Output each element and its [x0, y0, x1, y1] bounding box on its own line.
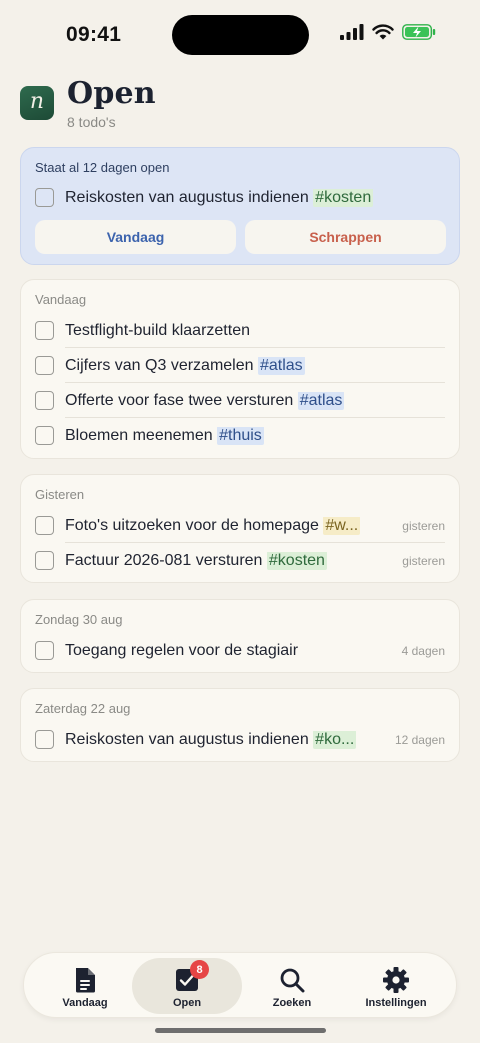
todo-age: gisteren [402, 553, 445, 568]
gear-icon [382, 966, 410, 994]
section-gisteren: Gisteren Foto's uitzoeken voor de homepa… [20, 474, 460, 583]
section-title: Zaterdag 22 aug [35, 701, 131, 716]
todo-text: Bloemen meenemen #thuis [65, 426, 264, 445]
todo-age: 12 dagen [394, 732, 445, 747]
tab-instellingen[interactable]: Instellingen [341, 958, 451, 1014]
todo-count: 8 todo's [67, 114, 116, 130]
todo-item[interactable]: Testflight-build klaarzetten [35, 313, 445, 348]
battery-charging-icon [402, 24, 436, 40]
tab-label: Zoeken [272, 997, 312, 1009]
todo-checkbox[interactable] [35, 321, 54, 340]
todo-tag[interactable]: #atlas [297, 391, 345, 410]
todo-item[interactable]: Toegang regelen voor de stagiair 4 dagen [35, 633, 445, 668]
page-title: Open [67, 76, 156, 111]
section-zondag-30-aug: Zondag 30 aug Toegang regelen voor de st… [20, 599, 460, 673]
tab-label: Instellingen [365, 997, 427, 1009]
app-logo-letter: n [29, 89, 45, 114]
todo-checkbox[interactable] [35, 516, 54, 535]
section-vandaag: Vandaag Testflight-build klaarzetten Cij… [20, 279, 460, 459]
todo-text: Cijfers van Q3 verzamelen #atlas [65, 356, 305, 375]
todo-checkbox[interactable] [35, 426, 54, 445]
todo-age: gisteren [402, 518, 445, 533]
discard-button[interactable]: Schrappen [245, 220, 446, 254]
todo-text: Offerte voor fase twee versturen #atlas [65, 391, 345, 410]
document-icon [71, 966, 99, 994]
status-time: 09:41 [66, 23, 122, 46]
checkbox-icon: 8 [173, 960, 209, 994]
tab-zoeken[interactable]: Zoeken [237, 958, 347, 1014]
status-icons [340, 24, 436, 40]
todo-item[interactable]: Offerte voor fase twee versturen #atlas [35, 383, 445, 418]
todo-tag[interactable]: #ko... [313, 730, 357, 749]
tab-bar: Vandaag 8 Open Zoeken Instellingen [23, 952, 457, 1018]
stale-todo-card: Staat al 12 dagen open Reiskosten van au… [20, 147, 460, 265]
todo-item[interactable]: Bloemen meenemen #thuis [35, 418, 445, 453]
todo-item[interactable]: Reiskosten van augustus indienen #ko... … [35, 722, 445, 757]
todo-text: Testflight-build klaarzetten [65, 321, 250, 339]
todo-text: Reiskosten van augustus indienen #ko... [65, 730, 357, 749]
todo-text: Reiskosten van augustus indienen #kosten [65, 188, 374, 207]
todo-checkbox[interactable] [35, 730, 54, 749]
todo-tag[interactable]: #thuis [217, 426, 264, 445]
todo-tag[interactable]: #kosten [266, 551, 327, 570]
section-title: Gisteren [35, 487, 85, 502]
dynamic-island [172, 15, 309, 55]
search-icon [278, 966, 306, 994]
open-count-badge: 8 [190, 960, 209, 979]
move-to-today-button[interactable]: Vandaag [35, 220, 236, 254]
todo-tag[interactable]: #kosten [313, 188, 374, 207]
tab-label: Vandaag [62, 997, 108, 1009]
home-indicator[interactable] [155, 1028, 326, 1033]
todo-text: Toegang regelen voor de stagiair [65, 641, 299, 659]
todo-item[interactable]: Foto's uitzoeken voor de homepage #w... … [35, 508, 445, 543]
todo-text: Factuur 2026-081 versturen #kosten [65, 551, 327, 570]
stale-todo-item[interactable]: Reiskosten van augustus indienen #kosten [35, 180, 445, 215]
todo-checkbox[interactable] [35, 391, 54, 410]
todo-checkbox[interactable] [35, 188, 54, 207]
tab-label: Open [172, 997, 202, 1009]
tab-vandaag[interactable]: Vandaag [30, 958, 140, 1014]
todo-checkbox[interactable] [35, 356, 54, 375]
wifi-icon [372, 24, 394, 40]
todo-item[interactable]: Cijfers van Q3 verzamelen #atlas [35, 348, 445, 383]
section-zaterdag-22-aug: Zaterdag 22 aug Reiskosten van augustus … [20, 688, 460, 762]
tab-open[interactable]: 8 Open [132, 958, 242, 1014]
stale-card-title: Staat al 12 dagen open [35, 160, 170, 175]
status-bar: 09:41 [0, 0, 480, 70]
page-header: n Open 8 todo's [20, 76, 460, 134]
todo-checkbox[interactable] [35, 551, 54, 570]
todo-item[interactable]: Factuur 2026-081 versturen #kosten giste… [35, 543, 445, 578]
section-title: Vandaag [35, 292, 87, 307]
todo-age: 4 dagen [401, 643, 445, 658]
todo-text: Foto's uitzoeken voor de homepage #w... [65, 516, 361, 535]
todo-tag[interactable]: #w... [323, 516, 361, 535]
cellular-signal-icon [340, 24, 364, 40]
section-title: Zondag 30 aug [35, 612, 123, 627]
todo-tag[interactable]: #atlas [257, 356, 305, 375]
todo-checkbox[interactable] [35, 641, 54, 660]
app-logo-icon: n [20, 86, 54, 120]
